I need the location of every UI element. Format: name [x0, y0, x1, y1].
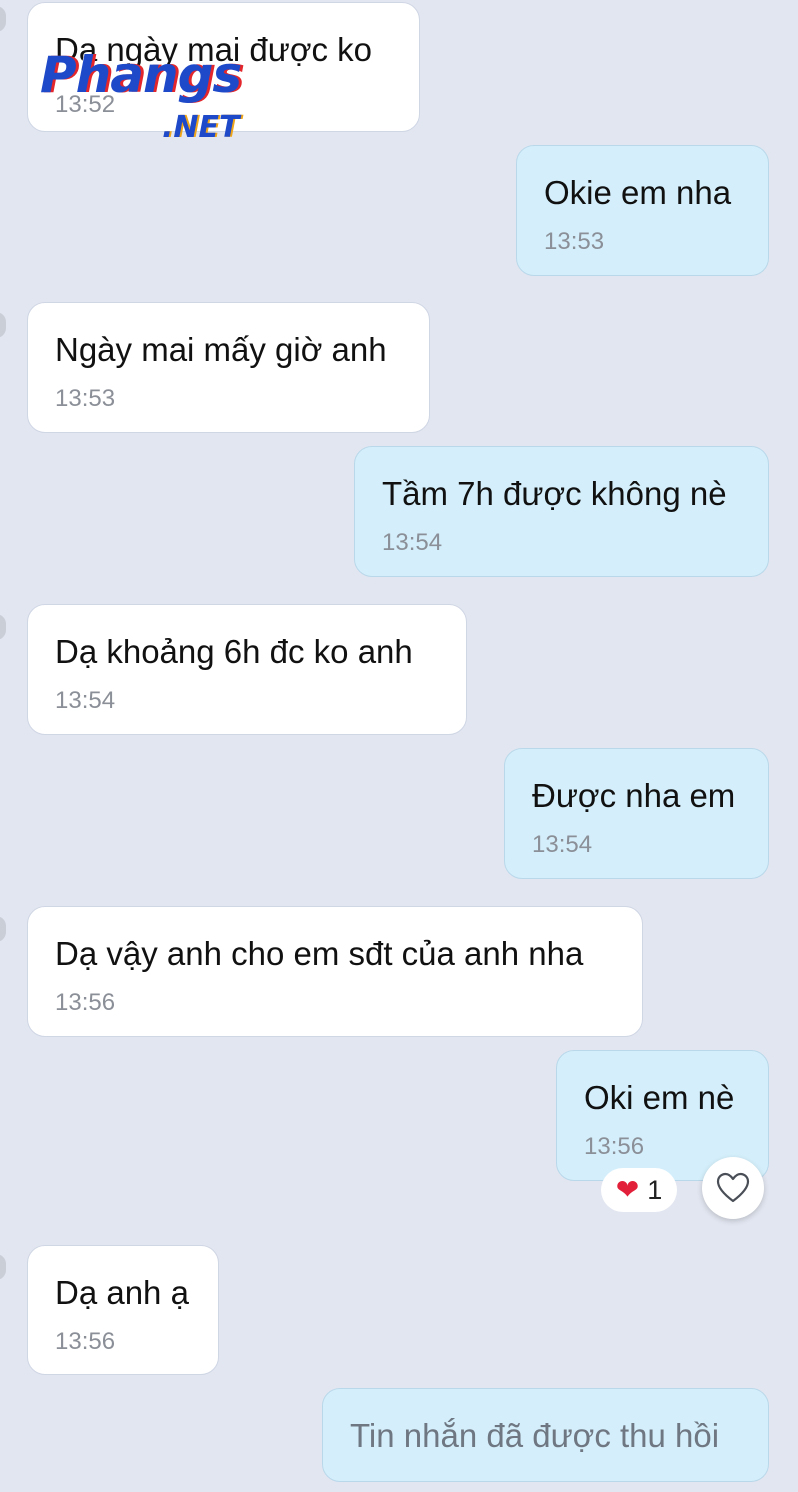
avatar-edge[interactable]	[0, 1254, 6, 1280]
message-time: 13:56	[55, 989, 116, 1016]
message-bubble-outgoing[interactable]: Được nha em 13:54	[504, 748, 769, 879]
message-bubble-incoming[interactable]: Dạ anh ạ 13:56	[27, 1245, 219, 1375]
message-text: Tin nhắn đã được thu hồi	[350, 1417, 720, 1454]
message-text: Tầm 7h được không nè	[382, 475, 727, 512]
avatar-edge[interactable]	[0, 312, 6, 338]
message-time: 13:53	[544, 228, 605, 255]
reaction-summary[interactable]: ❤ 1	[601, 1168, 677, 1212]
message-text: Được nha em	[532, 777, 736, 814]
message-time: 13:54	[532, 831, 593, 858]
heart-outline-icon	[716, 1172, 750, 1203]
react-button[interactable]	[702, 1157, 764, 1219]
message-bubble-incoming[interactable]: Dạ khoảng 6h đc ko anh 13:54	[27, 604, 467, 735]
message-text: Oki em nè	[584, 1079, 735, 1116]
message-time: 13:56	[584, 1133, 645, 1160]
message-bubble-incoming[interactable]: Dạ ngày mai được ko 13:52	[27, 2, 420, 132]
message-bubble-incoming[interactable]: Dạ vậy anh cho em sđt của anh nha 13:56	[27, 906, 643, 1037]
message-time: 13:53	[55, 385, 116, 412]
message-bubble-outgoing[interactable]: Okie em nha 13:53	[516, 145, 769, 276]
message-time: 13:54	[55, 687, 116, 714]
message-text: Ngày mai mấy giờ anh	[55, 331, 387, 368]
message-text: Dạ ngày mai được ko	[55, 31, 373, 68]
reaction-count: 1	[647, 1174, 663, 1205]
avatar-edge[interactable]	[0, 614, 6, 640]
message-text: Dạ khoảng 6h đc ko anh	[55, 633, 413, 670]
message-time: 13:52	[55, 91, 116, 118]
recalled-message[interactable]: Tin nhắn đã được thu hồi	[322, 1388, 769, 1482]
message-text: Okie em nha	[544, 174, 732, 211]
message-bubble-outgoing[interactable]: Tầm 7h được không nè 13:54	[354, 446, 769, 577]
message-text: Dạ anh ạ	[55, 1274, 189, 1311]
heart-icon: ❤	[615, 1174, 640, 1205]
message-text: Dạ vậy anh cho em sđt của anh nha	[55, 935, 584, 972]
avatar-edge[interactable]	[0, 6, 6, 32]
avatar-edge[interactable]	[0, 916, 6, 942]
message-time: 13:54	[382, 529, 443, 556]
message-time: 13:56	[55, 1328, 116, 1355]
message-bubble-incoming[interactable]: Ngày mai mấy giờ anh 13:53	[27, 302, 430, 433]
